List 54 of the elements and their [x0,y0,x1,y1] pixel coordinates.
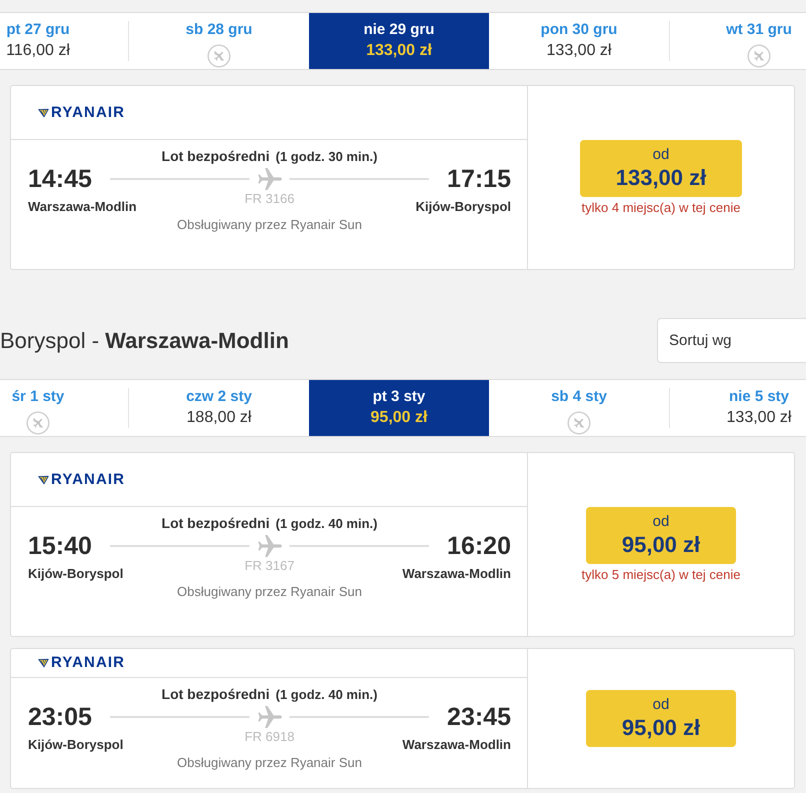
date-tab[interactable]: nie 5 sty 133,00 zł [670,380,806,436]
connection-type: Lot bezpośredni [162,514,270,532]
date-tab[interactable]: wt 31 gru [670,13,806,69]
departure-airport: Kijów-Boryspol [28,566,124,581]
date-tab[interactable]: pt 3 sty 95,00 zł [309,380,489,436]
arrival-airport: Warszawa-Modlin [402,737,511,752]
plane-icon [258,535,282,557]
date-tab[interactable]: sb 4 sty [489,380,669,436]
date-tab[interactable]: czw 2 sty 188,00 zł [129,380,309,436]
flight-duration: (1 godz. 30 min.) [276,148,378,166]
date-tab[interactable]: pt 27 gru 116,00 zł [0,13,128,69]
arrival-airport: Warszawa-Modlin [402,566,511,581]
price-button[interactable]: od 95,00 zł [586,506,736,564]
flight-duration: (1 godz. 40 min.) [276,515,378,533]
arrival-time: 23:45 [447,704,511,730]
departure-airport: Warszawa-Modlin [28,199,137,214]
date-tab[interactable]: sb 28 gru [129,13,309,69]
crossed-plane-icon [26,411,50,435]
date-tab[interactable]: nie 29 gru 133,00 zł [309,13,489,69]
price-button[interactable]: od 133,00 zł [580,140,742,196]
flight-number: FR 3167 [244,559,294,573]
arrival-time: 17:15 [447,166,511,192]
route-title: Boryspol - Warszawa-Modlin [0,328,289,354]
crossed-plane-icon [207,44,231,68]
airline-name: RYANAIR [51,470,126,488]
harp-icon [38,108,49,118]
departure-time: 14:45 [28,166,92,192]
harp-icon [38,474,49,484]
connection-type: Lot bezpośredni [162,685,270,703]
crossed-plane-icon [567,411,591,435]
operator-note: Obsługiwany przez Ryanair Sun [176,217,363,233]
flight-number: FR 6918 [244,730,294,744]
crossed-plane-icon [747,44,771,68]
departure-airport: Kijów-Boryspol [28,737,124,752]
airline-name: RYANAIR [51,654,126,672]
connection-type: Lot bezpośredni [162,147,270,165]
seats-note: tylko 5 miejsc(a) w tej cenie [582,566,740,582]
arrival-airport: Kijów-Boryspol [416,199,511,214]
arrival-time: 16:20 [447,533,511,559]
departure-time: 23:05 [28,704,92,730]
operator-note: Obsługiwany przez Ryanair Sun [176,584,363,600]
date-tab[interactable]: śr 1 sty [0,380,128,436]
airline-name: RYANAIR [51,104,126,122]
sort-field[interactable]: Sortuj wg [657,318,806,363]
plane-icon [258,706,282,728]
seats-note: tylko 4 miejsc(a) w tej cenie [582,200,740,216]
flight-duration: (1 godz. 40 min.) [276,686,378,704]
harp-icon [38,658,49,668]
price-button[interactable]: od 95,00 zł [586,690,736,747]
flight-number: FR 3166 [244,192,294,206]
departure-time: 15:40 [28,533,92,559]
operator-note: Obsługiwany przez Ryanair Sun [176,755,363,771]
date-tab[interactable]: pon 30 gru 133,00 zł [489,13,669,69]
plane-icon [258,168,282,190]
